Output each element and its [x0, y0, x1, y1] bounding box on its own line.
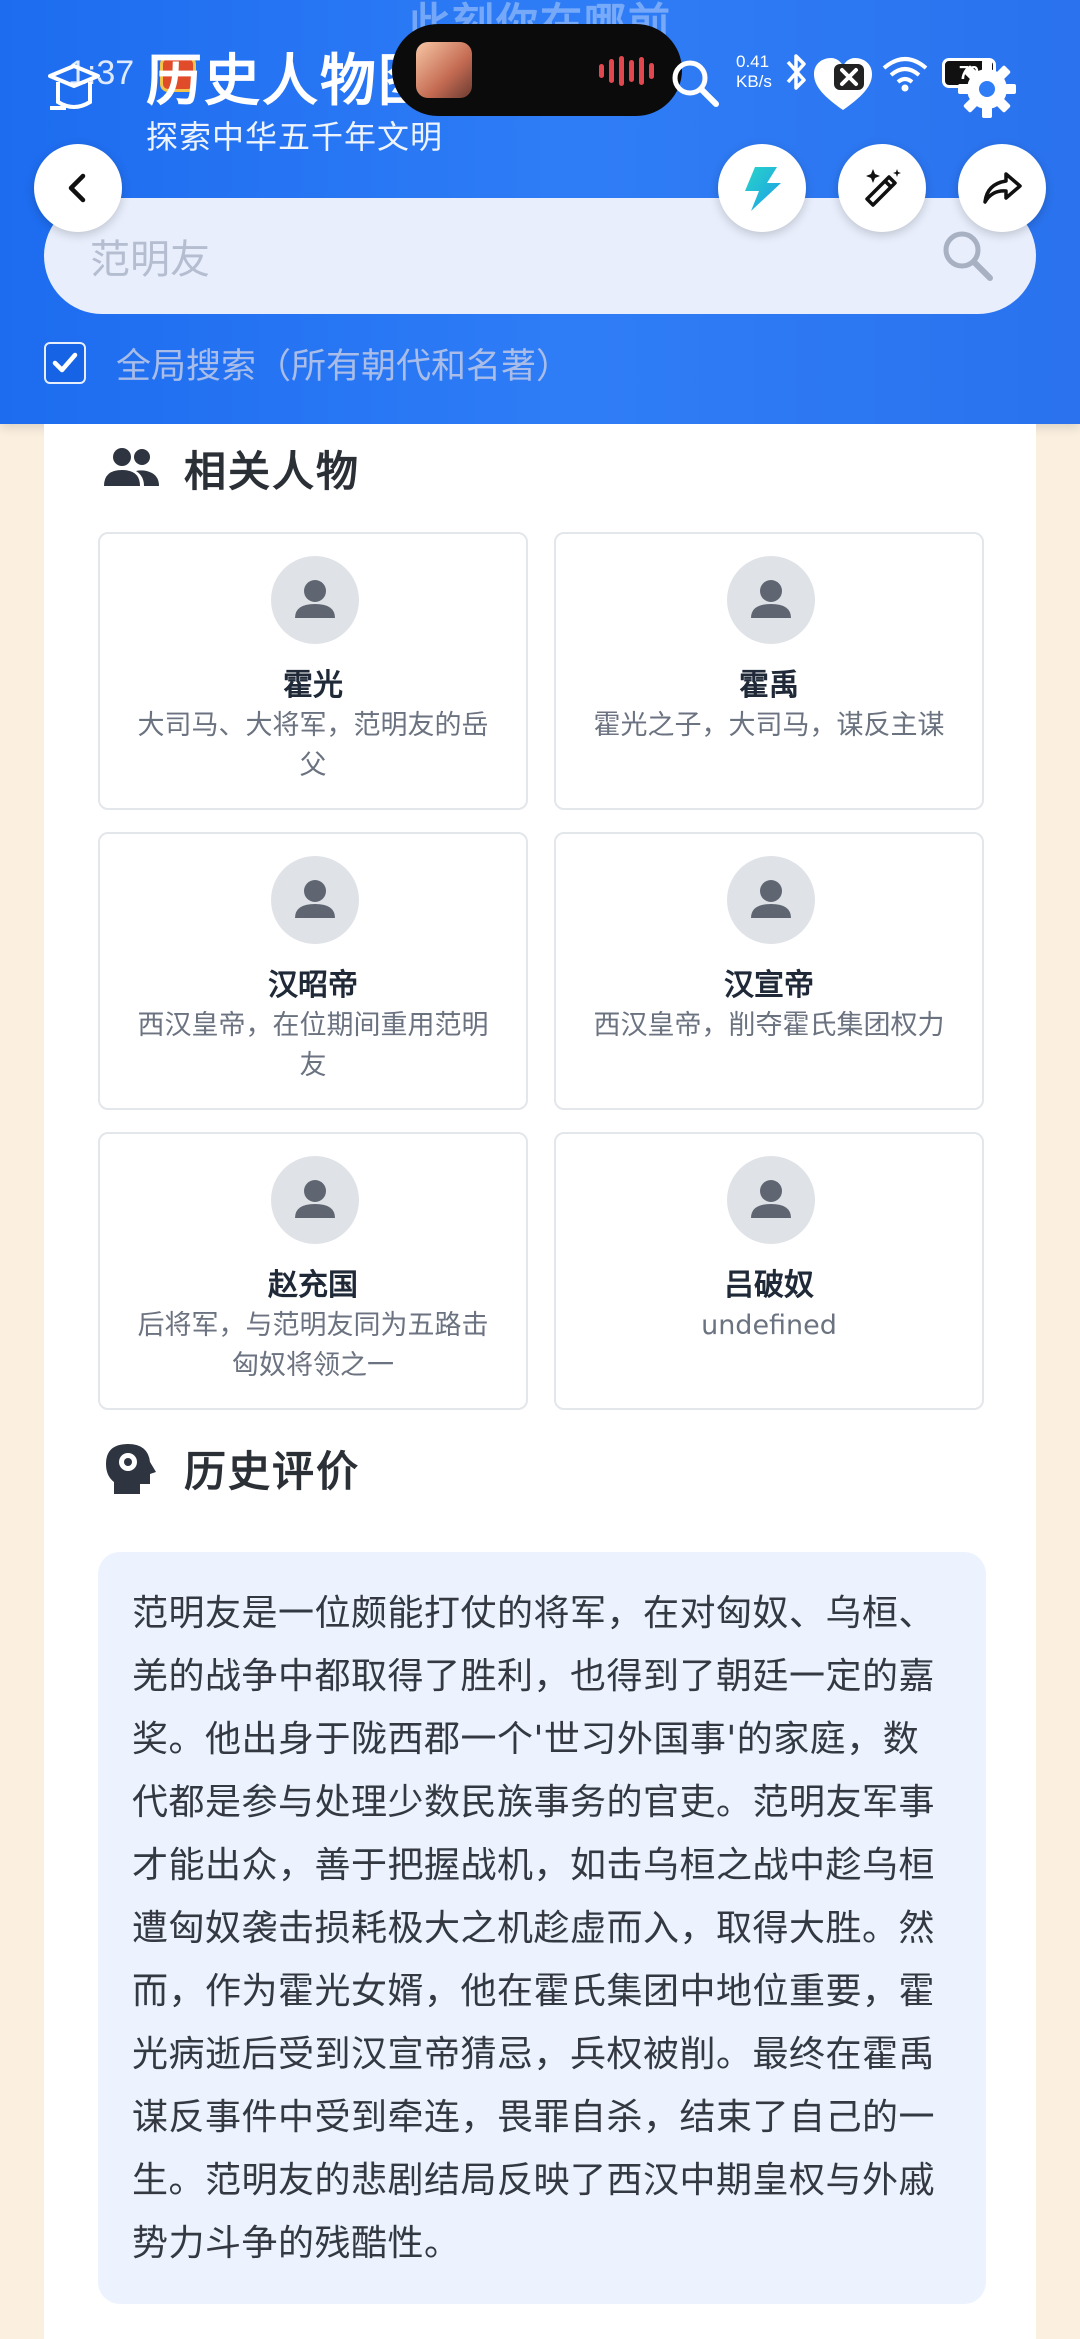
person-name: 霍禹 [739, 668, 799, 703]
avatar [271, 556, 359, 644]
global-search-option[interactable]: 全局搜索（所有朝代和名著） [44, 338, 571, 388]
person-name: 赵充国 [268, 1268, 358, 1303]
person-description: undefined [701, 1310, 837, 1341]
share-button[interactable] [958, 144, 1046, 232]
wifi-icon [882, 57, 928, 92]
person-name: 汉昭帝 [268, 968, 358, 1003]
global-search-label: 全局搜索（所有朝代和名著） [116, 346, 572, 387]
person-card[interactable]: 霍禹 霍光之子，大司马，谋反主谋 [554, 532, 984, 810]
person-card[interactable]: 汉宣帝 西汉皇帝，削夺霍氏集团权力 [554, 832, 984, 1110]
network-speed: 0.41 KB/s [736, 52, 772, 91]
status-time: 1:37 [68, 54, 135, 92]
avatar [271, 1156, 359, 1244]
avatar [727, 556, 815, 644]
user-icon [295, 580, 335, 618]
people-icon [104, 448, 159, 486]
bluetooth-icon [786, 54, 806, 90]
person-card[interactable]: 吕破奴 undefined [554, 1132, 984, 1410]
settings-gear-icon[interactable] [956, 58, 1018, 120]
avatar [727, 856, 815, 944]
back-button[interactable] [34, 144, 122, 232]
related-section-header: 相关人物 [100, 438, 360, 498]
user-icon [751, 880, 791, 918]
flash-icon [745, 167, 781, 211]
person-description: 西汉皇帝，削夺霍氏集团权力 [593, 1010, 945, 1041]
media-thumbnail [416, 42, 472, 98]
person-name: 霍光 [283, 668, 343, 703]
related-section-title: 相关人物 [184, 446, 361, 496]
person-card[interactable]: 汉昭帝 西汉皇帝，在位期间重用范明友 [98, 832, 528, 1110]
content-card: 相关人物 霍光 大司马、大将军，范明友的岳父 霍禹 霍光之子，大司马，谋反主谋 … [44, 424, 1036, 2339]
magic-edit-button[interactable] [838, 144, 926, 232]
user-icon [751, 580, 791, 618]
share-icon [983, 172, 1022, 204]
person-description: 后将军，与范明友同为五路击匈奴将领之一 [137, 1310, 489, 1381]
person-card[interactable]: 赵充国 后将军，与范明友同为五路击匈奴将领之一 [98, 1132, 528, 1410]
evaluation-section-title: 历史评价 [184, 1446, 361, 1496]
chevron-left-icon [68, 173, 86, 203]
avatar [271, 856, 359, 944]
favorite-heart-icon[interactable] [810, 56, 876, 114]
page-subtitle: 探索中华五千年文明 [146, 118, 444, 156]
person-description: 西汉皇帝，在位期间重用范明友 [137, 1010, 489, 1081]
person-description: 大司马、大将军，范明友的岳父 [137, 710, 489, 781]
header-search-icon[interactable] [666, 54, 722, 110]
dynamic-island [392, 24, 682, 116]
evaluation-text: 范明友是一位颇能打仗的将军，在对匈奴、乌桓、羌的战争中都取得了胜利，也得到了朝廷… [132, 1593, 936, 2264]
status-icons: 0.41 KB/s 79 [736, 46, 1056, 118]
evaluation-section-header: 历史评价 [100, 1438, 360, 1498]
person-name: 汉宣帝 [724, 968, 814, 1003]
search-icon[interactable] [938, 226, 996, 284]
user-icon [295, 880, 335, 918]
head-gear-icon [106, 1444, 156, 1494]
audio-wave-icon [599, 56, 654, 86]
user-icon [295, 1180, 335, 1218]
person-description: 霍光之子，大司马，谋反主谋 [593, 710, 945, 741]
global-search-checkbox[interactable] [44, 342, 86, 384]
avatar [727, 1156, 815, 1244]
checkmark-icon [52, 352, 78, 373]
search-input[interactable] [90, 222, 910, 290]
magic-wand-icon [865, 169, 901, 207]
person-card[interactable]: 霍光 大司马、大将军，范明友的岳父 [98, 532, 528, 810]
user-icon [751, 1180, 791, 1218]
person-name: 吕破奴 [724, 1268, 814, 1303]
quick-action-button[interactable] [718, 144, 806, 232]
evaluation-panel: 范明友是一位颇能打仗的将军，在对匈奴、乌桓、羌的战争中都取得了胜利，也得到了朝廷… [98, 1552, 986, 2304]
